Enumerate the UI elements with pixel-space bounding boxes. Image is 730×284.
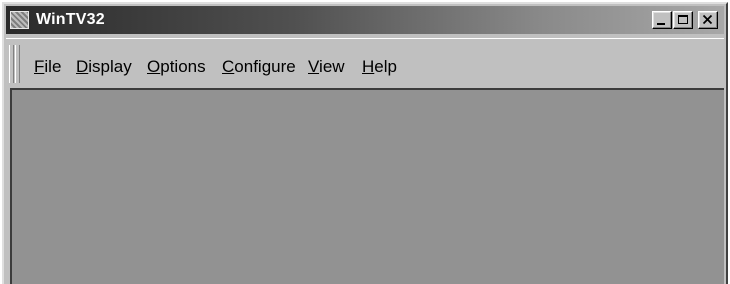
menubar-grip[interactable] bbox=[9, 45, 14, 83]
minimize-icon bbox=[657, 23, 665, 25]
menu-accelerator: H bbox=[362, 57, 375, 76]
maximize-button[interactable] bbox=[673, 11, 693, 29]
menu-view[interactable]: View bbox=[308, 56, 345, 78]
close-icon bbox=[702, 14, 713, 25]
menu-label-rest: ptions bbox=[160, 57, 206, 76]
title-bar[interactable]: WinTV32 bbox=[6, 6, 724, 34]
menu-bar: File Display Options Configure View Help bbox=[6, 38, 724, 87]
menubar-grip[interactable] bbox=[15, 45, 20, 83]
maximize-icon bbox=[678, 15, 688, 24]
menu-accelerator: F bbox=[34, 57, 45, 76]
menu-options[interactable]: Options bbox=[147, 56, 206, 78]
wintv-window: WinTV32 File Display Options Configure V… bbox=[2, 2, 728, 284]
menu-file[interactable]: File bbox=[34, 56, 61, 78]
menu-configure[interactable]: Configure bbox=[222, 56, 296, 78]
menu-label-rest: iew bbox=[319, 57, 345, 76]
wintv-app-icon[interactable] bbox=[10, 11, 29, 29]
minimize-button[interactable] bbox=[652, 11, 672, 29]
menu-accelerator: D bbox=[76, 57, 89, 76]
menu-display[interactable]: Display bbox=[76, 56, 132, 78]
menu-help[interactable]: Help bbox=[362, 56, 397, 78]
menu-accelerator: C bbox=[222, 57, 235, 76]
menu-label-rest: onfigure bbox=[234, 57, 296, 76]
menu-label-rest: isplay bbox=[88, 57, 132, 76]
menu-label-rest: elp bbox=[374, 57, 397, 76]
menu-accelerator: V bbox=[308, 57, 320, 76]
video-display-area[interactable] bbox=[10, 88, 724, 284]
close-button[interactable] bbox=[698, 11, 718, 29]
menu-label-rest: ile bbox=[44, 57, 62, 76]
menu-accelerator: O bbox=[147, 57, 161, 76]
window-title: WinTV32 bbox=[36, 11, 105, 28]
